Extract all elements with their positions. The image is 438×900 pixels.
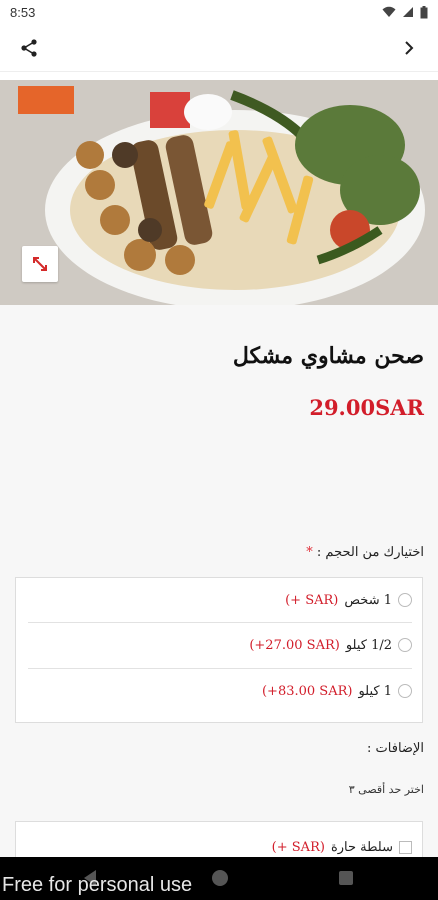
watermark-text: Free for personal use: [2, 874, 193, 896]
share-icon: [21, 38, 37, 57]
status-icons: [382, 5, 428, 19]
app-bar: [0, 24, 438, 72]
expand-icon: [33, 257, 47, 271]
size-option-price: (+27.00 SAR): [249, 637, 340, 653]
product-details: صحن مشاوي مشكل 29.00SAR اختيارك من الحجم…: [0, 305, 438, 881]
radio-button[interactable]: [398, 593, 412, 607]
radio-button[interactable]: [398, 638, 412, 652]
size-option-label: 1 شخص: [344, 592, 392, 608]
product-image: [0, 80, 438, 305]
chevron-right-icon: [405, 40, 414, 55]
food-plate-illustration: [0, 80, 438, 305]
product-title: صحن مشاوي مشكل: [232, 343, 424, 369]
share-button[interactable]: [14, 33, 44, 63]
back-button[interactable]: [394, 33, 424, 63]
size-option-price: (+83.00 SAR): [261, 683, 353, 699]
size-options-label: اختيارك من الحجم : *: [306, 545, 424, 560]
size-option[interactable]: 1 شخص (+ SAR): [26, 578, 412, 622]
product-price: 29.00SAR: [309, 395, 424, 420]
status-bar: 8:53: [0, 0, 438, 24]
size-options-group: 1 شخص (+ SAR) 1/2 كيلو (+27.00 SAR) 1 كي…: [15, 577, 423, 723]
additions-label: الإضافات :: [367, 741, 424, 756]
home-nav-icon[interactable]: [211, 869, 229, 887]
size-options-label-text: اختيارك من الحجم :: [316, 545, 424, 560]
additions-hint: اختر حد أقصى ٣: [348, 783, 424, 796]
expand-image-button[interactable]: [22, 246, 58, 282]
wifi-icon: [382, 6, 396, 17]
recents-nav-icon[interactable]: [338, 870, 354, 886]
addition-option-label: سلطة حارة: [330, 839, 393, 855]
size-option[interactable]: 1 كيلو (+83.00 SAR): [26, 669, 412, 713]
size-option[interactable]: 1/2 كيلو (+27.00 SAR): [26, 623, 412, 667]
radio-button[interactable]: [398, 684, 412, 698]
checkbox[interactable]: [399, 840, 412, 854]
status-time: 8:53: [10, 4, 36, 20]
signal-icon: [403, 7, 413, 17]
battery-icon: [420, 5, 428, 18]
addition-option[interactable]: سلطة حارة (+ SAR): [26, 836, 412, 858]
size-option-label: 1 كيلو: [358, 683, 392, 699]
addition-option-price: (+ SAR): [271, 839, 325, 855]
size-option-price: (+ SAR): [285, 592, 339, 608]
required-mark: *: [306, 545, 313, 560]
size-option-label: 1/2 كيلو: [345, 637, 392, 653]
